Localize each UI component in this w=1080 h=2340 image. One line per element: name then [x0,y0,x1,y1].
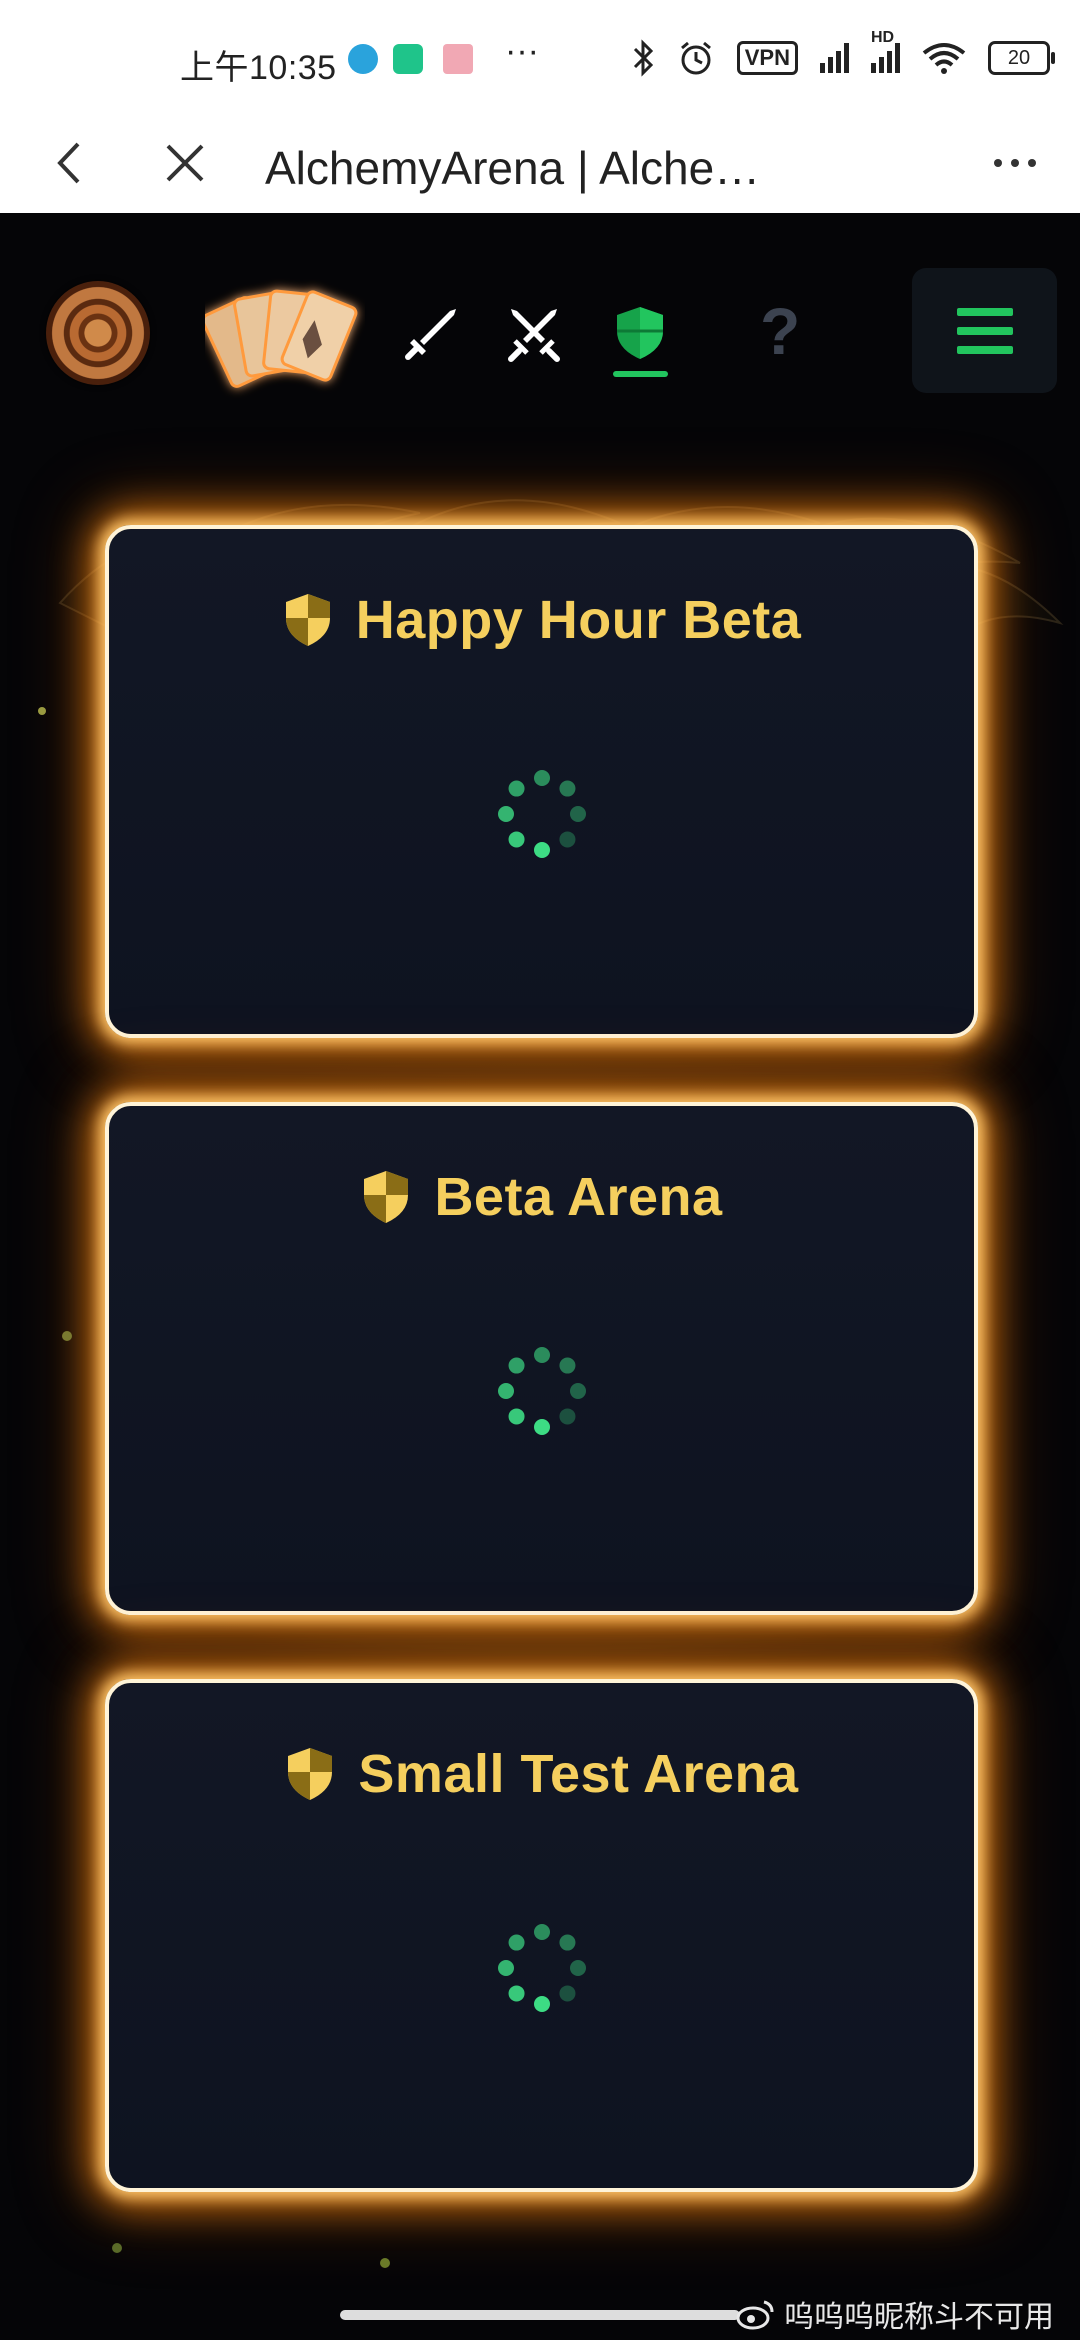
arena-title: Small Test Arena [109,1743,974,1805]
arena-name: Beta Arena [434,1167,723,1227]
spinner-dot [558,831,575,848]
telegram-icon [348,44,378,74]
hd-signal-icon: HD [871,29,900,73]
wifi-icon [922,43,966,74]
arena-card[interactable]: Happy Hour Beta [105,525,978,1038]
firefly-dot [112,2243,122,2253]
battery-icon: 20 [988,41,1055,75]
spinner-dot [508,1357,525,1374]
shield-icon [288,1748,333,1800]
sword-icon[interactable] [402,305,460,363]
weibo-watermark: 呜呜呜昵称斗不可用 [736,2292,1054,2336]
spinner-dot [533,842,550,858]
arena-title: Beta Arena [109,1166,974,1228]
spinner-dot [569,806,586,822]
firefly-dot [62,1331,72,1341]
app-notification-icon [443,44,473,74]
arena-card[interactable]: Beta Arena [105,1102,978,1615]
spinner-dot [558,780,575,797]
spinner-dot [508,1985,525,2002]
spinner-dot [508,780,525,797]
more-options-icon[interactable] [990,148,1040,178]
spinner-dot [533,1419,550,1435]
firefly-dot [380,2258,390,2268]
spinner-dot [558,1357,575,1374]
spinner-dot [497,806,514,822]
shield-icon [364,1171,409,1223]
loading-spinner-icon [497,1924,586,2012]
arena-name: Happy Hour Beta [355,590,802,650]
hd-label: HD [871,29,895,46]
game-navbar: ? [0,213,1080,463]
weibo-icon [736,2300,774,2330]
spinner-dot [508,1408,525,1425]
page-title: AlchemyArena | Alche… [265,142,761,194]
shield-icon [285,594,330,646]
back-arrow-icon[interactable] [46,138,96,188]
spinner-dot [558,1985,575,2002]
vpn-icon: VPN [736,41,798,75]
watermark-text: 呜呜呜昵称斗不可用 [784,2301,1054,2334]
active-tab-indicator [613,371,668,377]
game-viewport: ? Happy Hour Beta Beta Arena Small Test … [0,213,1080,2340]
spinner-dot [508,831,525,848]
spinner-dot [508,1934,525,1951]
spinner-dot [497,1383,514,1399]
bluetooth-icon [633,39,653,77]
firefly-dot [38,707,46,715]
more-notifications-icon: ··· [505,32,539,70]
spinner-dot [533,1996,550,2012]
help-icon[interactable]: ? [760,293,800,369]
alchemy-arena-logo[interactable] [46,281,150,385]
shield-nav-icon[interactable] [611,303,669,361]
hamburger-icon [956,307,1013,354]
status-bar: 上午10:35 ··· VPN HD 20 [0,0,1080,118]
status-right-icons: VPN HD 20 [631,29,1055,78]
home-indicator[interactable] [340,2310,740,2320]
arena-name: Small Test Arena [358,1744,799,1804]
arena-card[interactable]: Small Test Arena [105,1679,978,2192]
spinner-dot [533,1924,550,1940]
spinner-dot [558,1408,575,1425]
spinner-dot [497,1960,514,1976]
close-icon[interactable] [160,138,210,188]
arena-title: Happy Hour Beta [109,589,974,651]
spinner-dot [569,1383,586,1399]
shield-app-icon [393,44,423,74]
cards-icon[interactable] [205,273,365,403]
browser-title-bar: AlchemyArena | Alche… [0,118,1080,214]
signal-icon [820,43,849,73]
crossed-swords-icon[interactable] [505,305,563,363]
alarm-icon [680,41,711,75]
loading-spinner-icon [497,1347,586,1435]
hamburger-menu-button[interactable] [912,268,1057,393]
spinner-dot [533,770,550,786]
spinner-dot [569,1960,586,1976]
spinner-dot [533,1347,550,1363]
loading-spinner-icon [497,770,586,858]
spinner-dot [558,1934,575,1951]
status-time: 上午10:35 [180,49,337,87]
